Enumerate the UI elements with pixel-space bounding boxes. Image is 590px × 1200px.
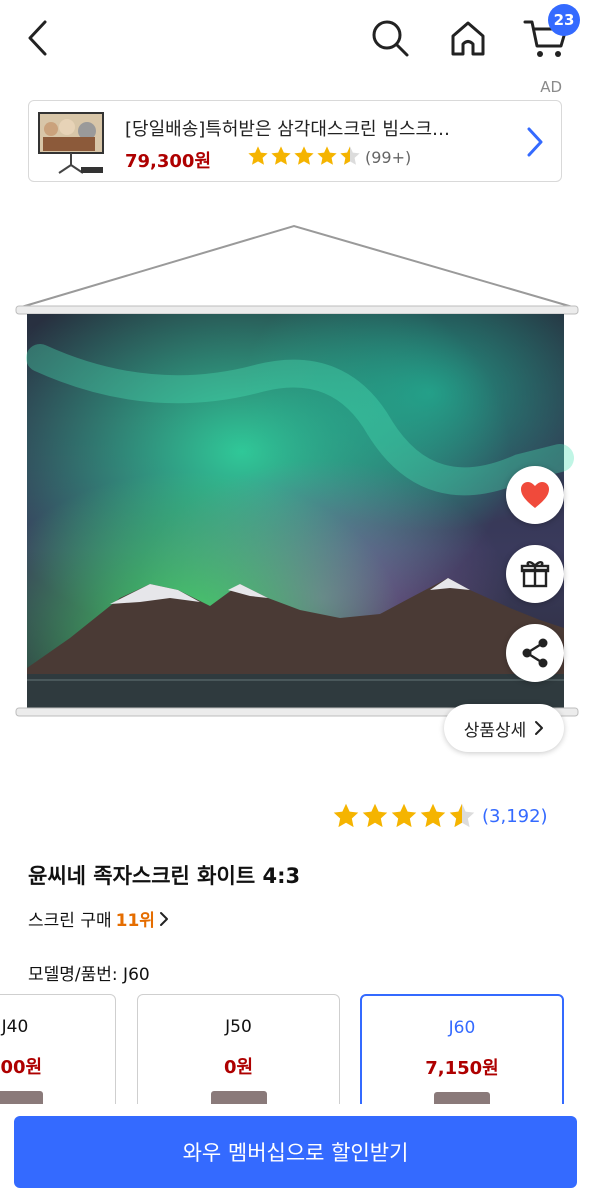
- star-icon: [362, 803, 388, 828]
- star-icon: [333, 803, 359, 828]
- product-star-rating: [332, 802, 476, 830]
- chevron-right-icon: [527, 127, 543, 157]
- wow-membership-discount-button[interactable]: 와우 멤버십으로 할인받기: [14, 1116, 577, 1188]
- option-price: 000원: [0, 1057, 43, 1078]
- option-badge: [210, 1091, 267, 1104]
- share-button[interactable]: [506, 624, 564, 682]
- star-icon: [391, 803, 417, 828]
- back-button[interactable]: [14, 14, 62, 62]
- search-icon: [372, 20, 409, 57]
- option-price: 0원: [223, 1057, 254, 1078]
- chevron-right-icon: [535, 721, 544, 735]
- option-card-selected[interactable]: J60 7,150원: [360, 994, 564, 1104]
- half-star-icon: [340, 146, 360, 165]
- option-name: J40: [1, 1017, 29, 1037]
- ad-label: AD: [540, 78, 562, 96]
- ad-banner[interactable]: [당일배송]특허받은 삼각대스크린 빔스크… 79,300원 (99+): [28, 100, 562, 182]
- category-rank-link[interactable]: 스크린 구매 11위: [28, 906, 169, 931]
- model-number-label: 모델명/품번: J60: [28, 965, 150, 985]
- rank-value: 11위: [115, 911, 155, 931]
- half-star-icon: [449, 803, 475, 828]
- back-icon: [28, 20, 47, 56]
- ad-price: 79,300원: [125, 151, 212, 172]
- top-navigation-bar: 23: [0, 0, 590, 78]
- ad-title: [당일배송]특허받은 삼각대스크린 빔스크…: [125, 119, 451, 140]
- option-name: J50: [225, 1017, 252, 1037]
- heart-icon: [521, 482, 549, 508]
- option-name: J60: [448, 1018, 476, 1038]
- star-icon: [248, 146, 268, 165]
- ad-review-count: (99+): [365, 148, 412, 167]
- option-card[interactable]: J50 0원: [137, 994, 340, 1104]
- product-detail-button[interactable]: 상품상세: [444, 704, 564, 752]
- star-icon: [420, 803, 446, 828]
- home-icon: [451, 21, 485, 56]
- option-badge: [434, 1092, 490, 1104]
- chevron-right-icon: [159, 911, 168, 926]
- ad-star-rating: [247, 145, 361, 167]
- gift-icon: [520, 561, 550, 588]
- bottom-action-bar: 와우 멤버십으로 할인받기: [0, 1104, 590, 1200]
- rank-category: 스크린 구매: [28, 911, 112, 931]
- search-button[interactable]: [366, 14, 414, 62]
- like-button[interactable]: [506, 466, 564, 524]
- cart-count-badge: 23: [548, 4, 580, 36]
- gift-button[interactable]: [506, 545, 564, 603]
- option-price: 7,150원: [425, 1058, 499, 1079]
- review-count-link[interactable]: (3,192): [482, 806, 548, 827]
- star-icon: [317, 146, 337, 165]
- product-rating[interactable]: (3,192): [332, 802, 548, 830]
- star-icon: [271, 146, 291, 165]
- ad-product-thumbnail: [35, 107, 107, 175]
- product-image[interactable]: [0, 218, 590, 728]
- product-detail-label: 상품상세: [463, 720, 527, 741]
- product-title: 윤씨네 족자스크린 화이트 4:3: [28, 864, 301, 888]
- star-icon: [294, 146, 314, 165]
- home-button[interactable]: [444, 14, 492, 62]
- option-card[interactable]: J40 000원: [0, 994, 116, 1104]
- share-icon: [522, 638, 548, 668]
- option-selector: J40 000원 J50 0원 J60 7,150원: [0, 994, 590, 1104]
- option-badge: [0, 1091, 43, 1104]
